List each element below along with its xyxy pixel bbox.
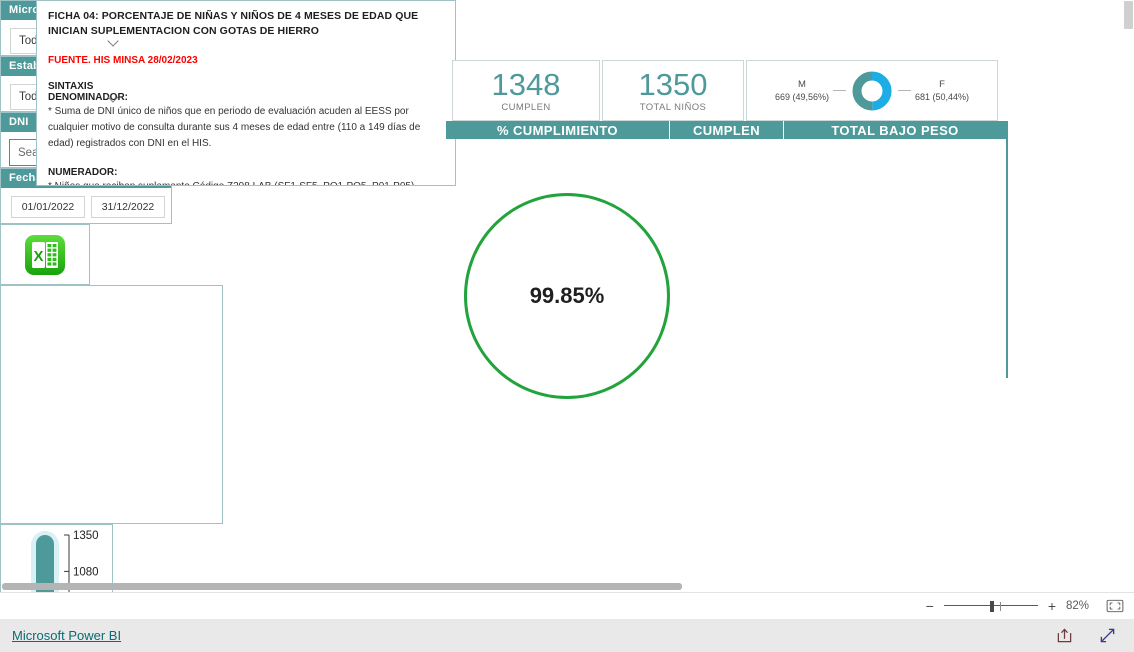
date-end-input[interactable]: 31/12/2022 — [91, 196, 165, 218]
power-bi-report-window: FICHA 04: PORCENTAJE DE NIÑAS Y NIÑOS DE… — [0, 0, 1134, 652]
fullscreen-icon[interactable] — [1099, 627, 1116, 644]
fit-to-page-icon[interactable] — [1106, 599, 1124, 613]
percent-gauge-ring: 99.85% — [464, 193, 670, 399]
chevron-down-icon — [108, 94, 119, 101]
zoom-slider[interactable] — [943, 600, 1038, 612]
gender-male-key: M — [798, 78, 806, 90]
zoom-in-button[interactable]: + — [1048, 598, 1056, 614]
gender-male-value: 669 (49,56%) — [774, 91, 829, 102]
numerator-label: NUMERADOR: — [48, 167, 118, 178]
zoom-statusbar: − + 82% — [0, 592, 1134, 619]
report-canvas: FICHA 04: PORCENTAJE DE NIÑAS Y NIÑOS DE… — [0, 0, 1134, 652]
kpi-total-label: TOTAL NIÑOS — [639, 102, 707, 113]
date-start-input[interactable]: 01/01/2022 — [11, 196, 85, 218]
gender-female-key: F — [939, 78, 945, 90]
tick-1080: 1080 — [73, 566, 99, 578]
gender-donut-chart[interactable]: M 669 (49,56%) F 681 (50,44%) — [746, 60, 998, 121]
svg-text:X: X — [33, 248, 43, 265]
indicator-definition-card: FICHA 04: PORCENTAJE DE NIÑAS Y NIÑOS DE… — [36, 0, 456, 186]
gender-female-labels: F 681 (50,44%) — [915, 79, 969, 103]
zoom-level-label: 82% — [1066, 600, 1090, 612]
footer-actions — [1056, 627, 1116, 644]
percent-gauge-value: 99.85% — [529, 283, 605, 308]
kpi-cumplen-value: 1348 — [491, 67, 561, 102]
excel-export-icon[interactable]: X — [23, 233, 67, 277]
leader-line-left — [833, 90, 846, 91]
zoom-slider-midmark — [999, 602, 1001, 611]
powerbi-brand-link[interactable]: Microsoft Power BI — [12, 628, 121, 643]
kpi-card-cumplen: 1348 CUMPLEN — [452, 60, 600, 121]
leader-line-right — [898, 90, 911, 91]
gender-donut-svg — [852, 71, 892, 110]
zoom-slider-handle[interactable] — [989, 601, 994, 612]
kpi-cumplen-label: CUMPLEN — [501, 102, 551, 113]
date-range-inputs: 01/01/2022 31/12/2022 — [11, 196, 171, 218]
powerbi-footer: Microsoft Power BI — [0, 619, 1134, 652]
ficha-title: FICHA 04: PORCENTAJE DE NIÑAS Y NIÑOS DE… — [48, 10, 419, 37]
kpi-card-total-ninos: 1350 TOTAL NIÑOS — [602, 60, 744, 121]
chevron-down-icon — [108, 38, 119, 45]
denominator-text: * Suma de DNI único de niños que en peri… — [48, 106, 421, 149]
section-header-bajo-peso: TOTAL BAJO PESO — [784, 121, 1006, 139]
section-header-cumplen: CUMPLEN — [670, 121, 783, 139]
syntax-label: SINTAXIS — [48, 81, 94, 92]
tick-1350: 1350 — [73, 530, 99, 542]
tile-accent-bar — [1006, 121, 1008, 378]
gender-male-labels: M 669 (49,56%) — [775, 79, 829, 103]
numerator-text: * Niños que reciben suplemento Código Z2… — [48, 179, 445, 185]
percent-gauge-tile[interactable]: 99.85% — [0, 193, 670, 524]
kpi-total-value: 1350 — [638, 67, 708, 102]
gender-female-value: 681 (50,44%) — [915, 91, 970, 102]
zoom-out-button[interactable]: − — [926, 598, 934, 614]
section-header-cumplimiento: % CUMPLIMIENTO — [446, 121, 669, 139]
share-icon[interactable] — [1056, 627, 1073, 644]
source-text: FUENTE. HIS MINSA 28/02/2023 — [48, 55, 198, 66]
excel-export-tile[interactable]: X — [0, 224, 90, 285]
